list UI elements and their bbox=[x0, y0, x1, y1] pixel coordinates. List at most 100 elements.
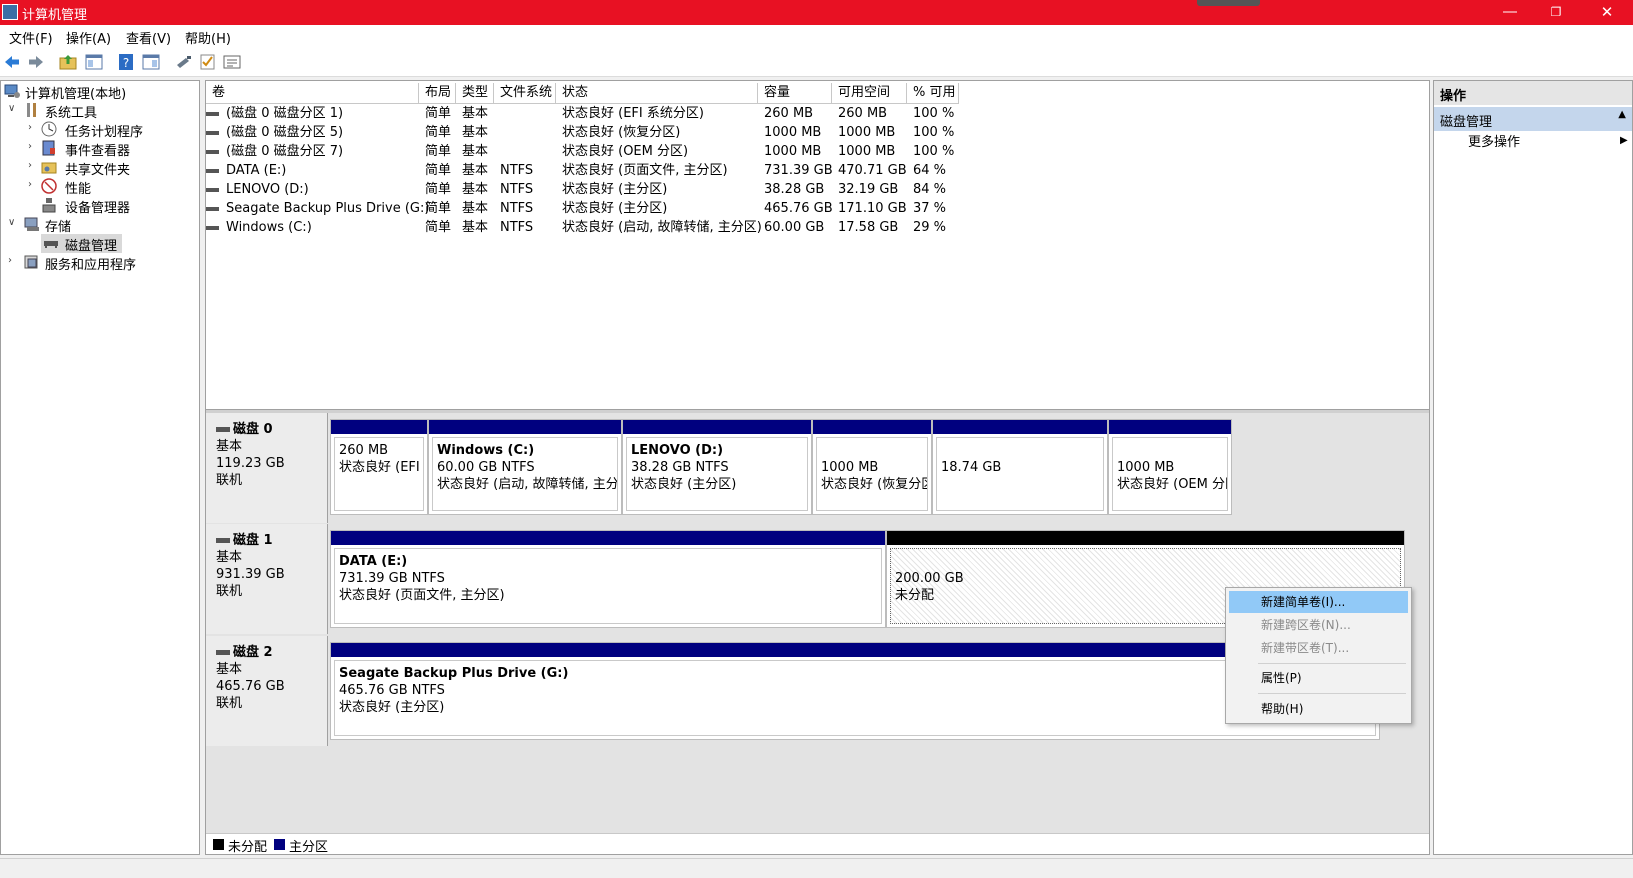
partition-disk0-recovery[interactable]: 1000 MB 状态良好 (恢复分区 bbox=[812, 419, 932, 515]
table-cell: 1000 MB bbox=[764, 125, 822, 140]
chevron-right-icon[interactable]: › bbox=[28, 141, 32, 152]
menu-item-help[interactable]: 帮助(H) bbox=[1229, 698, 1408, 720]
partition-size: 18.74 GB bbox=[941, 460, 1002, 475]
volume-table-header: 卷 布局 类型 文件系统 状态 容量 可用空间 % 可用 bbox=[206, 83, 1429, 104]
partition-disk0-efi[interactable]: 260 MB 状态良好 (EFI 系 bbox=[330, 419, 428, 515]
partition-bar bbox=[933, 420, 1107, 434]
table-cell: 17.58 GB bbox=[838, 220, 899, 235]
help-icon[interactable]: ? bbox=[117, 53, 135, 71]
disk-1-info[interactable]: 磁盘 1 基本 931.39 GB 联机 bbox=[206, 524, 328, 634]
table-cell: 465.76 GB bbox=[764, 201, 833, 216]
table-cell: 状态良好 (主分区) bbox=[562, 182, 668, 197]
table-cell: 29 % bbox=[913, 220, 947, 235]
menu-help[interactable]: 帮助(H) bbox=[185, 28, 231, 47]
close-icon[interactable]: ✕ bbox=[1584, 0, 1630, 25]
partition-size: 465.76 GB NTFS bbox=[339, 683, 445, 698]
col-header-status[interactable]: 状态 bbox=[556, 83, 758, 104]
check-icon[interactable] bbox=[199, 53, 217, 71]
table-row[interactable]: Seagate Backup Plus Drive (G:) 简单 基本 NTFS 状态… bbox=[206, 199, 1429, 218]
chevron-right-icon[interactable]: › bbox=[28, 179, 32, 190]
tree-item-disk-management[interactable]: 磁盘管理 bbox=[41, 234, 122, 254]
disk-0-type: 基本 bbox=[216, 439, 243, 454]
window-title: 计算机管理 bbox=[22, 8, 88, 23]
table-row[interactable]: (磁盘 0 磁盘分区 1) 简单 基本 状态良好 (EFI 系统分区) 260 MB 26… bbox=[206, 104, 1429, 123]
clock-icon bbox=[41, 121, 57, 137]
partition-title: LENOVO (D:) bbox=[631, 443, 724, 458]
chevron-down-icon[interactable]: ∨ bbox=[8, 217, 15, 228]
table-cell: 状态良好 (页面文件, 主分区) bbox=[562, 163, 728, 178]
partition-lenovo-d[interactable]: LENOVO (D:) 38.28 GB NTFS 状态良好 (主分区) bbox=[622, 419, 812, 515]
table-cell: 64 % bbox=[913, 163, 947, 178]
partition-disk0-oem[interactable]: 1000 MB 状态良好 (OEM 分区 bbox=[1108, 419, 1232, 515]
table-cell: 100 % bbox=[913, 106, 955, 121]
col-header-capacity[interactable]: 容量 bbox=[758, 83, 832, 104]
col-header-volume[interactable]: 卷 bbox=[206, 83, 419, 104]
chevron-down-icon[interactable]: ∨ bbox=[8, 103, 15, 114]
menu-action[interactable]: 操作(A) bbox=[66, 28, 111, 47]
partition-body: DATA (E:) 731.39 GB NTFS 状态良好 (页面文件, 主分区) bbox=[334, 548, 882, 624]
partition-data-e[interactable]: DATA (E:) 731.39 GB NTFS 状态良好 (页面文件, 主分区) bbox=[330, 530, 886, 628]
menu-view[interactable]: 查看(V) bbox=[126, 28, 171, 47]
show-hide-tree-icon[interactable] bbox=[85, 53, 103, 71]
table-cell: 1000 MB bbox=[838, 144, 896, 159]
partition-status: 状态良好 (页面文件, 主分区) bbox=[339, 588, 505, 603]
minimize-icon[interactable]: ― bbox=[1487, 0, 1533, 25]
partition-disk0-unknown[interactable]: 18.74 GB bbox=[932, 419, 1108, 515]
chevron-right-icon[interactable]: › bbox=[28, 122, 32, 133]
partition-seagate-g[interactable]: Seagate Backup Plus Drive (G:) 465.76 GB … bbox=[330, 642, 1380, 740]
menu-separator bbox=[1258, 663, 1406, 664]
disk-management-pane: 卷 布局 类型 文件系统 状态 容量 可用空间 % 可用 (磁盘 0 磁盘分区 … bbox=[205, 80, 1430, 855]
disk-1-type: 基本 bbox=[216, 550, 243, 565]
disk-2-status: 联机 bbox=[216, 696, 243, 711]
toolbar: ? bbox=[0, 47, 1633, 77]
table-cell bbox=[500, 123, 556, 142]
col-header-type[interactable]: 类型 bbox=[456, 83, 494, 104]
forward-icon[interactable] bbox=[27, 53, 45, 71]
table-cell: 38.28 GB bbox=[764, 182, 825, 197]
actions-pane: 操作 磁盘管理 ▲ 更多操作 ▶ bbox=[1433, 80, 1633, 855]
legend-swatch-unallocated bbox=[213, 839, 224, 850]
actions-section-disk-management[interactable]: 磁盘管理 ▲ bbox=[1434, 107, 1632, 131]
tools-icon bbox=[27, 103, 36, 117]
col-header-percent-free[interactable]: % 可用 bbox=[907, 83, 959, 104]
disk-0-info[interactable]: 磁盘 0 基本 119.23 GB 联机 bbox=[206, 413, 328, 523]
table-cell: 简单 bbox=[425, 201, 452, 216]
disk-icon bbox=[216, 427, 230, 432]
col-header-free-space[interactable]: 可用空间 bbox=[832, 83, 907, 104]
tree-label-disk-management: 磁盘管理 bbox=[65, 239, 118, 254]
partition-bar bbox=[887, 531, 1404, 545]
back-icon[interactable] bbox=[3, 53, 21, 71]
menu-file[interactable]: 文件(F) bbox=[9, 28, 53, 47]
partition-title: DATA (E:) bbox=[339, 554, 408, 569]
disk-2-info[interactable]: 磁盘 2 基本 465.76 GB 联机 bbox=[206, 636, 328, 746]
menu-item-new-simple-volume[interactable]: 新建简单卷(I)... bbox=[1229, 591, 1408, 613]
partition-windows-c[interactable]: Windows (C:) 60.00 GB NTFS 状态良好 (启动, 故障转储,… bbox=[428, 419, 622, 515]
table-row[interactable]: DATA (E:) 简单 基本 NTFS 状态良好 (页面文件, 主分区) 731.39 … bbox=[206, 161, 1429, 180]
connect-icon[interactable] bbox=[175, 53, 193, 71]
menu-item-properties[interactable]: 属性(P) bbox=[1229, 667, 1408, 689]
table-cell: NTFS bbox=[500, 163, 534, 178]
list-icon[interactable] bbox=[223, 53, 241, 71]
chevron-right-icon[interactable]: › bbox=[28, 160, 32, 171]
col-header-layout[interactable]: 布局 bbox=[419, 83, 456, 104]
restore-icon[interactable]: ❐ bbox=[1533, 0, 1579, 25]
disk-0-name: 磁盘 0 bbox=[216, 421, 317, 438]
table-row[interactable]: (磁盘 0 磁盘分区 5) 简单 基本 状态良好 (恢复分区) 1000 MB 1000 … bbox=[206, 123, 1429, 142]
collapse-icon[interactable]: ▲ bbox=[1618, 109, 1626, 120]
table-row[interactable]: LENOVO (D:) 简单 基本 NTFS 状态良好 (主分区) 38.28 GB 32.… bbox=[206, 180, 1429, 199]
table-cell: 状态良好 (主分区) bbox=[562, 201, 668, 216]
partition-size: 731.39 GB NTFS bbox=[339, 571, 445, 586]
table-row[interactable]: (磁盘 0 磁盘分区 7) 简单 基本 状态良好 (OEM 分区) 1000 MB 100… bbox=[206, 142, 1429, 161]
chevron-right-icon[interactable]: › bbox=[8, 255, 12, 266]
volume-icon-cell bbox=[206, 218, 226, 237]
submenu-arrow-icon[interactable]: ▶ bbox=[1620, 135, 1628, 146]
window-drag-handle[interactable] bbox=[1197, 0, 1260, 6]
tree-label-system-tools: 系统工具 bbox=[45, 106, 98, 121]
disk-0-size: 119.23 GB bbox=[216, 456, 285, 471]
table-cell bbox=[500, 104, 556, 123]
col-header-filesystem[interactable]: 文件系统 bbox=[494, 83, 556, 104]
up-folder-icon[interactable] bbox=[59, 53, 77, 71]
more-actions[interactable]: 更多操作 bbox=[1468, 132, 1520, 154]
properties-icon[interactable] bbox=[142, 53, 160, 71]
table-row[interactable]: Windows (C:) 简单 基本 NTFS 状态良好 (启动, 故障转储, 主分区)… bbox=[206, 218, 1429, 237]
